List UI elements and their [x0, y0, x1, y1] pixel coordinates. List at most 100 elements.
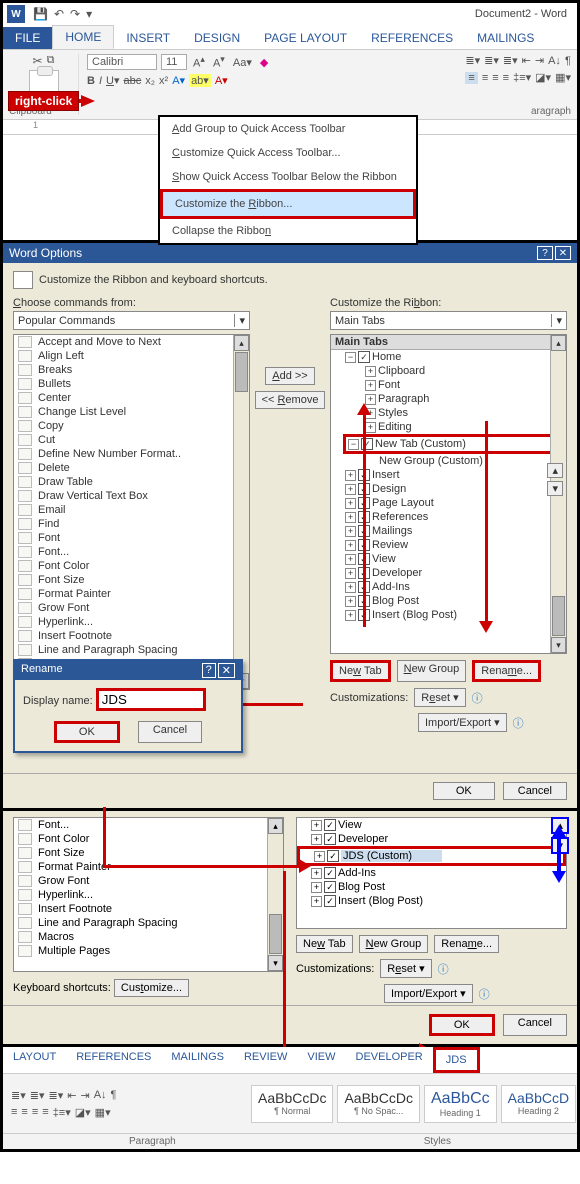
customize-ribbon-dropdown[interactable]: Main Tabs▾	[330, 311, 567, 330]
line-spacing-icon[interactable]: ‡≡▾	[53, 1106, 71, 1119]
tab-mailings[interactable]: MAILINGS	[465, 27, 546, 49]
qat-undo-icon[interactable]: ↶	[54, 7, 64, 21]
result-tab-references[interactable]: REFERENCES	[66, 1047, 161, 1073]
command-item[interactable]: Insert Footnote	[14, 902, 283, 916]
tree-node[interactable]: +✓Mailings	[331, 524, 566, 538]
tree-node[interactable]: +✓Add-Ins	[297, 866, 566, 880]
increase-font-icon[interactable]: A▴	[191, 54, 207, 70]
reset-button-2[interactable]: Reset ▾	[380, 959, 431, 978]
decrease-font-icon[interactable]: A▾	[211, 54, 227, 70]
command-item[interactable]: Font Size	[14, 846, 283, 860]
command-item[interactable]: Multiple Pages	[14, 944, 283, 958]
help-icon[interactable]: ?	[537, 246, 553, 260]
qat-dropdown-icon[interactable]: ▾	[86, 7, 92, 21]
multilevel-icon[interactable]: ≣▾	[49, 1089, 64, 1102]
underline-button[interactable]: U▾	[106, 74, 119, 87]
tab-page-layout[interactable]: PAGE LAYOUT	[252, 27, 359, 49]
tab-insert[interactable]: INSERT	[114, 27, 182, 49]
commands-listbox[interactable]: Accept and Move to NextAlign LeftBreaksB…	[13, 334, 250, 690]
tree-node[interactable]: +✓View	[331, 552, 566, 566]
import-export-button[interactable]: Import/Export ▾	[418, 713, 507, 732]
command-item[interactable]: Find	[14, 517, 249, 531]
command-item[interactable]: Font Color	[14, 559, 249, 573]
options-cancel-button[interactable]: Cancel	[503, 782, 567, 800]
command-item[interactable]: Font	[14, 531, 249, 545]
command-item[interactable]: Center	[14, 391, 249, 405]
subscript-button[interactable]: x₂	[145, 75, 155, 87]
result-tab-jds[interactable]: JDS	[433, 1047, 480, 1073]
command-item[interactable]: Draw Table	[14, 475, 249, 489]
options-cancel-button-2[interactable]: Cancel	[503, 1014, 567, 1036]
command-item[interactable]: Line and Paragraph Spacing	[14, 916, 283, 930]
command-item[interactable]: Line and Paragraph Spacing	[14, 643, 249, 657]
align-left-icon[interactable]: ≡	[11, 1106, 17, 1118]
remove-button[interactable]: << Remove	[255, 391, 326, 409]
font-name-field[interactable]: Calibri	[87, 54, 157, 70]
decrease-indent-icon[interactable]: ⇤	[522, 54, 531, 67]
options-ok-button[interactable]: OK	[433, 782, 495, 800]
justify-icon[interactable]: ≡	[42, 1106, 48, 1118]
align-right-icon[interactable]: ≡	[492, 72, 498, 84]
display-name-field[interactable]	[96, 688, 206, 711]
tree-node[interactable]: +✓Blog Post	[297, 880, 566, 894]
ctx-add-group[interactable]: Add Group to Quick Access Toolbar	[160, 117, 416, 141]
tree-node[interactable]: +Font	[331, 378, 566, 392]
tree-node[interactable]: +✓References	[331, 510, 566, 524]
command-item[interactable]: Grow Font	[14, 601, 249, 615]
sort-icon[interactable]: A↓	[548, 55, 561, 67]
rename-cancel-button[interactable]: Cancel	[138, 721, 202, 743]
close-icon[interactable]: ✕	[555, 246, 571, 260]
show-marks-icon[interactable]: ¶	[111, 1089, 117, 1101]
style-item[interactable]: AaBbCcHeading 1	[424, 1085, 497, 1123]
tree-node[interactable]: +✓Insert (Blog Post)	[297, 894, 566, 908]
tab-references[interactable]: REFERENCES	[359, 27, 465, 49]
command-item[interactable]: Font...	[14, 545, 249, 559]
borders-icon[interactable]: ▦▾	[555, 71, 571, 84]
scroll-up-icon[interactable]: ▴	[234, 335, 249, 351]
line-spacing-icon[interactable]: ‡≡▾	[513, 71, 531, 84]
ctx-collapse[interactable]: Collapse the Ribbon	[160, 219, 416, 243]
command-item[interactable]: Copy	[14, 419, 249, 433]
borders-icon[interactable]: ▦▾	[95, 1106, 111, 1119]
clear-format-icon[interactable]: ◆	[258, 56, 270, 69]
result-tab-layout[interactable]: LAYOUT	[3, 1047, 66, 1073]
rename-button-2[interactable]: Rename...	[434, 935, 499, 953]
style-item[interactable]: AaBbCcDc¶ Normal	[251, 1085, 333, 1123]
command-item[interactable]: Cut	[14, 433, 249, 447]
rename-button[interactable]: Rename...	[472, 660, 541, 682]
tree-node[interactable]: +✓Developer	[331, 566, 566, 580]
info-icon[interactable]: ⓘ	[472, 690, 483, 706]
command-item[interactable]: Define New Number Format..	[14, 447, 249, 461]
command-item[interactable]: Font Size	[14, 573, 249, 587]
command-item[interactable]: Grow Font	[14, 874, 283, 888]
tree-node[interactable]: +✓Insert	[331, 468, 566, 482]
import-export-button-2[interactable]: Import/Export ▾	[384, 984, 473, 1003]
multilevel-icon[interactable]: ≣▾	[503, 54, 518, 67]
increase-indent-icon[interactable]: ⇥	[535, 54, 544, 67]
align-left-icon[interactable]: ≡	[465, 72, 477, 84]
tree-node[interactable]: +✓Insert (Blog Post)	[331, 608, 566, 622]
numbering-icon[interactable]: ≣▾	[484, 54, 499, 67]
tab-home[interactable]: HOME	[52, 25, 114, 49]
command-item[interactable]: Hyperlink...	[14, 888, 283, 902]
font-size-field[interactable]: 11	[161, 54, 187, 70]
sort-icon[interactable]: A↓	[94, 1089, 107, 1101]
bullets-icon[interactable]: ≣▾	[11, 1089, 26, 1102]
command-item[interactable]: Change List Level	[14, 405, 249, 419]
ribbon-tree-2[interactable]: +✓View+✓Developer+✓JDS (Custom)+✓Add-Ins…	[296, 817, 567, 929]
scroll-up-icon[interactable]: ▴	[551, 335, 566, 351]
command-item[interactable]: Insert Footnote	[14, 629, 249, 643]
strike-button[interactable]: abc	[124, 75, 142, 87]
new-group-button-2[interactable]: New Group	[359, 935, 429, 953]
tree-node[interactable]: +✓Add-Ins	[331, 580, 566, 594]
command-item[interactable]: Email	[14, 503, 249, 517]
ctx-customize-ribbon[interactable]: Customize the Ribbon...	[160, 189, 416, 219]
aa-icon[interactable]: Aa▾	[231, 56, 254, 69]
command-item[interactable]: Bullets	[14, 377, 249, 391]
align-center-icon[interactable]: ≡	[482, 72, 488, 84]
commands-listbox-2[interactable]: Font...Font ColorFont SizeFormat Painter…	[13, 817, 284, 972]
command-item[interactable]: Accept and Move to Next	[14, 335, 249, 349]
command-item[interactable]: Format Painter	[14, 587, 249, 601]
qat-save-icon[interactable]: 💾	[33, 7, 48, 21]
tab-design[interactable]: DESIGN	[182, 27, 252, 49]
